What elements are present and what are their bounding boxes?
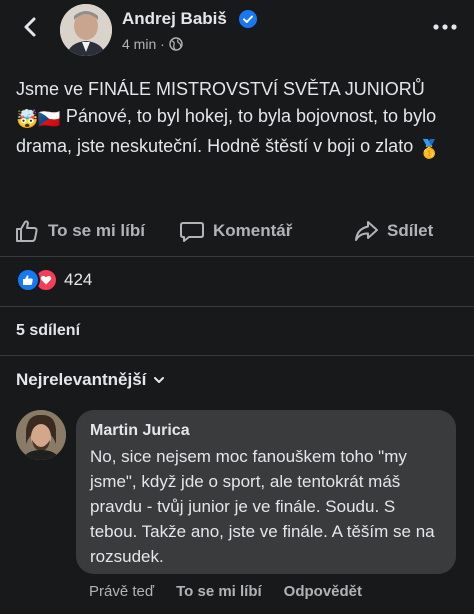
divider [0, 355, 474, 356]
reaction-count: 424 [64, 270, 93, 289]
post-time[interactable]: 4 min · [122, 36, 165, 52]
comments-sort-label: Nejrelevantnější [16, 370, 147, 389]
like-label: To se mi líbí [48, 221, 145, 240]
gold-medal-emoji: 🥇 [418, 139, 441, 159]
share-label: Sdílet [387, 221, 434, 240]
comment-text: No, sice nejsem moc fanouškem toho "my j… [90, 447, 435, 566]
author-avatar[interactable] [60, 4, 112, 56]
comment-button[interactable]: Komentář [179, 218, 292, 244]
globe-icon [169, 37, 183, 51]
commenter-avatar[interactable] [16, 410, 66, 460]
share-button[interactable]: Sdílet [353, 218, 433, 244]
post-actions: To se mi líbí Komentář Sdílet [0, 210, 474, 250]
post-text: Jsme ve FINÁLE MISTROVSTVÍ SVĚTA JUNIORŮ… [16, 76, 456, 163]
thumbs-up-icon [16, 220, 38, 242]
more-icon[interactable] [432, 20, 458, 34]
like-button[interactable]: To se mi líbí [14, 218, 145, 244]
divider [0, 306, 474, 307]
post-text-line1: Jsme ve FINÁLE MISTROVSTVÍ SVĚTA JUNIORŮ [16, 79, 425, 99]
author-name[interactable]: Andrej Babiš [122, 9, 227, 29]
back-arrow-icon[interactable] [18, 14, 44, 40]
comments-sort-dropdown[interactable]: Nejrelevantnější [16, 370, 166, 390]
post-header: Andrej Babiš 4 min · [0, 0, 474, 62]
post-meta: 4 min · [122, 36, 183, 52]
chevron-down-icon [154, 377, 165, 383]
like-reaction-icon [16, 268, 40, 292]
comment-reply-button[interactable]: Odpovědět [284, 583, 362, 600]
comment-icon [180, 222, 204, 242]
verified-badge-icon [239, 10, 257, 28]
share-icon [355, 221, 378, 241]
czech-flag-emoji: 🇨🇿 [38, 109, 61, 129]
reactions-summary[interactable]: 424 [16, 268, 92, 292]
comment-time: Právě teď [89, 583, 155, 600]
comment-bubble[interactable]: Martin Jurica No, sice nejsem moc fanouš… [76, 410, 456, 574]
divider [0, 256, 474, 257]
commenter-name[interactable]: Martin Jurica [90, 422, 190, 440]
comment-meta: Právě teď To se mi líbí Odpovědět [89, 583, 362, 600]
share-count[interactable]: 5 sdílení [16, 322, 80, 340]
comment-like-button[interactable]: To se mi líbí [176, 583, 262, 600]
post-text-line2: Pánové, to byl hokej, to byla bojovnost,… [16, 106, 437, 156]
comment-label: Komentář [213, 221, 293, 240]
mind-blown-emoji: 🤯 [16, 109, 39, 129]
